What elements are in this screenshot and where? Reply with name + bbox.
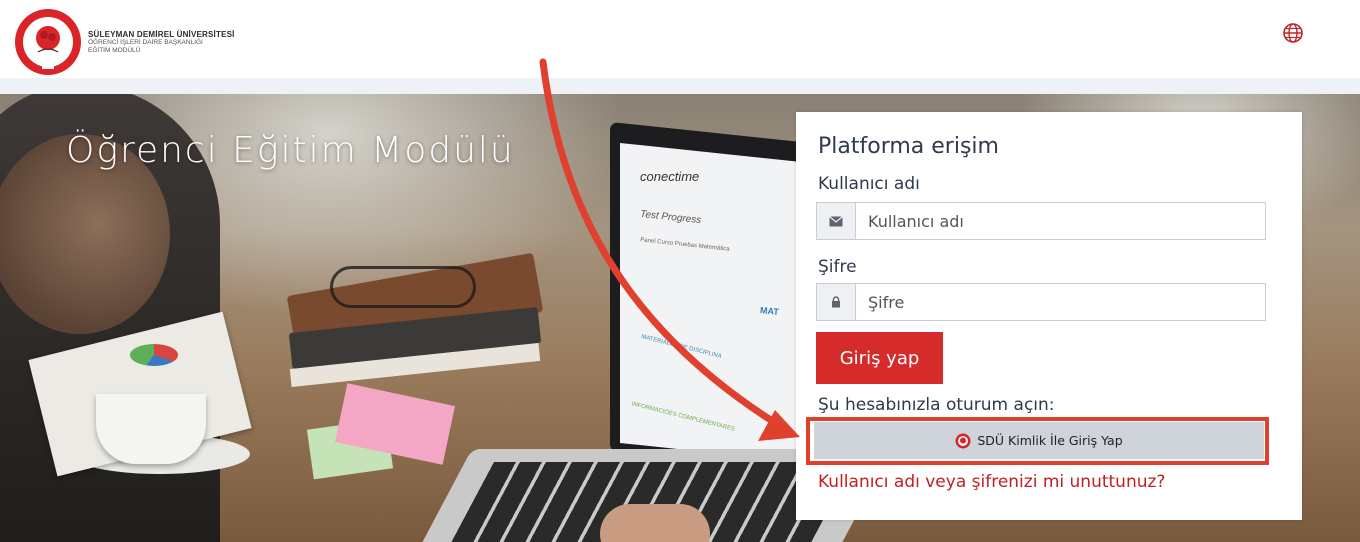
- forgot-password-link[interactable]: Kullanıcı adı veya şifrenizi mi unuttunu…: [818, 472, 1165, 492]
- university-name: SÜLEYMAN DEMİREL ÜNİVERSİTESİ: [88, 29, 235, 39]
- alternate-login-label: Şu hesabınızla oturum açın:: [818, 395, 1055, 415]
- lock-icon: [817, 284, 856, 320]
- password-label: Şifre: [818, 257, 857, 277]
- university-seal-icon: [15, 9, 81, 75]
- envelope-icon: [817, 203, 856, 239]
- top-navbar: SÜLEYMAN DEMİREL ÜNİVERSİTESİ ÖĞRENCİ İŞ…: [0, 0, 1360, 94]
- header-divider: [0, 78, 1360, 94]
- sso-login-label: SDÜ Kimlik İle Giriş Yap: [977, 433, 1123, 448]
- username-input[interactable]: [856, 203, 1265, 239]
- university-logo[interactable]: SÜLEYMAN DEMİREL ÜNİVERSİTESİ ÖĞRENCİ İŞ…: [14, 8, 235, 76]
- hero-pie-chart-graphic: [130, 344, 178, 366]
- username-field-group: [816, 202, 1266, 240]
- login-button[interactable]: Giriş yap: [816, 332, 943, 384]
- hero-hand: [600, 504, 710, 542]
- logo-text-block: SÜLEYMAN DEMİREL ÜNİVERSİTESİ ÖĞRENCİ İŞ…: [88, 30, 235, 54]
- hero-title: Öğrenci Eğitim Modülü: [66, 130, 515, 171]
- laptop-section-text: MAT: [759, 305, 780, 317]
- username-label: Kullanıcı adı: [818, 174, 920, 194]
- password-field-group: [816, 283, 1266, 321]
- sso-login-button[interactable]: SDÜ Kimlik İle Giriş Yap: [814, 422, 1264, 459]
- hero-coffee-cup: [96, 394, 206, 464]
- module-name: EĞİTİM MODÜLÜ: [88, 46, 141, 54]
- department-name: ÖĞRENCİ İŞLERİ DAİRE BAŞKANLIĞI: [88, 39, 203, 47]
- login-title: Platforma erişim: [818, 134, 999, 159]
- hero-glasses: [330, 266, 476, 308]
- sdu-logo-icon: [955, 433, 971, 448]
- laptop-brand-text: conectime: [640, 169, 700, 184]
- login-card: Platforma erişim Kullanıcı adı Şifre Gir…: [796, 112, 1302, 520]
- globe-icon[interactable]: [1282, 22, 1304, 44]
- password-input[interactable]: [856, 284, 1265, 320]
